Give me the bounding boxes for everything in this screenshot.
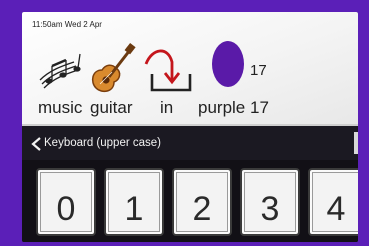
key-3[interactable]: 3 [240, 168, 300, 236]
key-label: 2 [192, 189, 212, 228]
nav-title[interactable]: Keyboard (upper case) [44, 137, 161, 149]
key-label: 0 [56, 189, 76, 228]
guitar-icon [91, 43, 136, 93]
key-label: 4 [326, 189, 346, 228]
key-1[interactable]: 1 [104, 168, 164, 236]
nav-bar: Keyboard (upper case) [22, 126, 358, 160]
status-time-date: 11:50am Wed 2 Apr [32, 20, 102, 29]
keyboard: 0 1 2 3 4 [22, 160, 358, 242]
symbol-label: 17 [250, 98, 269, 117]
message-bar[interactable]: 11:50am Wed 2 Apr music guitar in purple… [22, 12, 358, 124]
key-label: 3 [260, 189, 280, 228]
key-label: 1 [124, 189, 144, 228]
symbol-guitar[interactable]: guitar [82, 36, 142, 117]
symbol-in[interactable]: in [142, 36, 202, 117]
symbol-17[interactable]: 17 17 [248, 36, 288, 117]
app-screen: 11:50am Wed 2 Apr music guitar in purple… [22, 12, 358, 242]
key-2[interactable]: 2 [172, 168, 232, 236]
nav-edge-button[interactable] [354, 132, 358, 154]
key-0[interactable]: 0 [36, 168, 96, 236]
device-bezel: 11:50am Wed 2 Apr music guitar in purple… [0, 0, 369, 246]
key-4[interactable]: 4 [308, 168, 358, 236]
in-arrow-icon [144, 49, 192, 92]
symbol-label: guitar [90, 98, 133, 117]
chevron-left-icon[interactable] [30, 136, 44, 152]
number-symbol: 17 [250, 62, 267, 79]
